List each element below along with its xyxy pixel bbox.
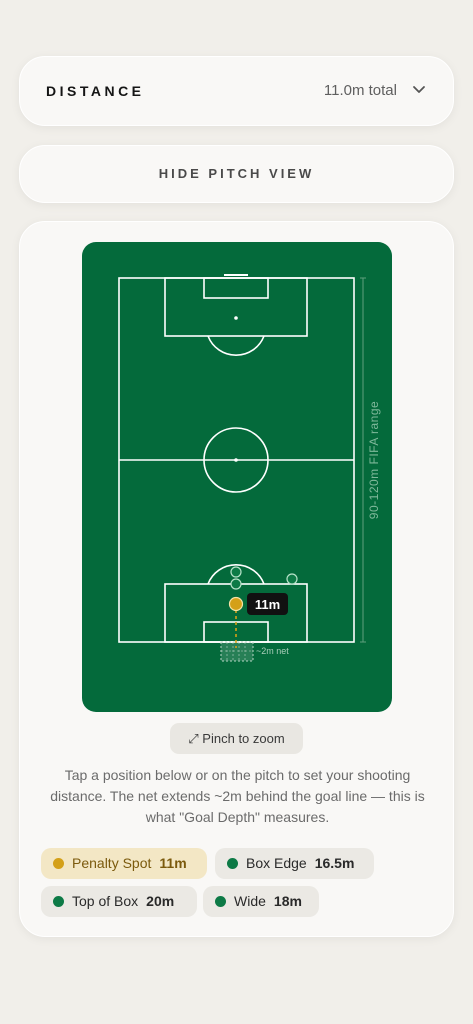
distance-selector[interactable]: DISTANCE 11.0m total — [19, 56, 454, 126]
top-penalty-arc — [207, 335, 265, 357]
pitch-view[interactable]: 90-120m FIFA range ~2m net 11m — [82, 242, 392, 712]
center-spot — [234, 458, 238, 462]
preset-box-edge[interactable]: Box Edge 16.5m — [215, 848, 374, 879]
preset-name: Penalty Spot — [72, 855, 152, 871]
preset-top-of-box[interactable]: Top of Box 20m — [41, 886, 197, 917]
help-text: Tap a position below or on the pitch to … — [50, 767, 425, 825]
wide-marker[interactable] — [286, 573, 298, 585]
goal-net — [220, 641, 254, 662]
hide-pitch-view-button[interactable]: HIDE PITCH VIEW — [19, 145, 454, 203]
preset-distance: 16.5m — [314, 855, 355, 871]
distance-tooltip-text: 11m — [255, 597, 280, 612]
preset-distance: 11m — [159, 855, 187, 871]
preset-distance: 20m — [146, 893, 175, 909]
top-penalty-box — [164, 277, 308, 337]
dot-icon — [53, 896, 64, 907]
top-of-box-marker[interactable] — [230, 566, 242, 578]
preset-distance: 18m — [273, 893, 302, 909]
top-goal-area — [203, 277, 269, 299]
dot-icon — [227, 858, 238, 869]
selected-dot-icon — [53, 858, 64, 869]
distance-label: DISTANCE — [46, 83, 145, 99]
top-penalty-spot — [234, 316, 238, 320]
preset-name: Wide — [234, 893, 266, 909]
chevron-down-icon[interactable] — [411, 82, 427, 98]
box-edge-marker[interactable] — [230, 578, 242, 590]
preset-name: Top of Box — [72, 893, 139, 909]
preset-wide[interactable]: Wide 18m — [203, 886, 319, 917]
penalty-spot-marker[interactable] — [228, 596, 244, 612]
preset-penalty-spot[interactable]: Penalty Spot 11m — [41, 848, 207, 879]
pinch-to-zoom-hint[interactable]: ⤢ Pinch to zoom — [170, 723, 303, 754]
distance-value: 11.0m total — [323, 82, 397, 99]
dot-icon — [215, 896, 226, 907]
preset-name: Box Edge — [246, 855, 307, 871]
pitch-card: 90-120m FIFA range ~2m net 11m ⤢ Pinch t… — [19, 221, 454, 937]
hide-pitch-view-label: HIDE PITCH VIEW — [158, 166, 315, 181]
fifa-range-label: 90-120m FIFA range — [367, 401, 381, 519]
net-label: ~2m net — [256, 646, 289, 656]
